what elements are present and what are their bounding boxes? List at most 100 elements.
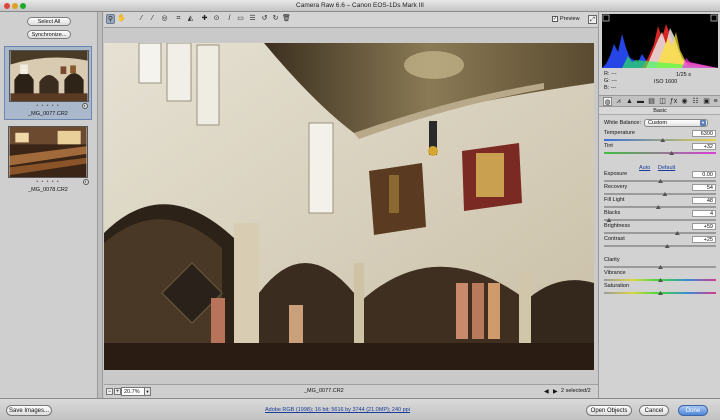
rating-dots[interactable]: • • • • • bbox=[5, 103, 91, 109]
slider-label: Contrast bbox=[604, 236, 625, 242]
rating-dots[interactable]: • • • • • bbox=[4, 179, 92, 185]
white-balance-select[interactable]: Custom ▼ bbox=[644, 119, 708, 127]
zoom-level-field[interactable]: 20.7% bbox=[121, 387, 145, 396]
slider-exposure[interactable]: Exposure 0.00 bbox=[604, 171, 716, 184]
tab-camera-calibration-icon[interactable]: ◉ bbox=[680, 97, 689, 106]
target-adjust-icon[interactable]: ◎ bbox=[160, 14, 169, 24]
slider-value-field[interactable]: +59 bbox=[692, 223, 716, 230]
thumbnail-image bbox=[8, 126, 88, 178]
slider-blacks[interactable]: Blacks 4 bbox=[604, 210, 716, 223]
image-status-bar: − + 20.7% ▼ _MG_0077.CR2 ◀ ▶ 2 selected/… bbox=[104, 384, 598, 398]
slider-tint[interactable]: Tint +32 bbox=[604, 143, 716, 156]
aperture-value: f/4.0 bbox=[648, 72, 659, 78]
slider-value-field[interactable]: +32 bbox=[692, 143, 716, 150]
slider-label: Blacks bbox=[604, 210, 621, 216]
slider-recovery[interactable]: Recovery 54 bbox=[604, 184, 716, 197]
rotate-ccw-icon[interactable]: ↺ bbox=[260, 14, 269, 24]
preview-toggle[interactable]: ✓ Preview bbox=[552, 15, 580, 24]
tab-snapshots-icon[interactable]: ▣ bbox=[702, 97, 711, 106]
white-balance-icon[interactable]: ⁄ bbox=[137, 14, 146, 24]
hand-icon[interactable]: ✋ bbox=[117, 14, 126, 24]
graduated-filter-icon[interactable]: ▭ bbox=[236, 14, 245, 24]
slider-value-field[interactable]: 4 bbox=[692, 210, 716, 217]
zoom-icon[interactable]: ⚲ bbox=[106, 14, 115, 24]
panel-menu-icon[interactable]: ≡ bbox=[711, 97, 720, 106]
filmstrip-item[interactable]: • • • • • ◐ _MG_0077.CR2 bbox=[4, 46, 92, 120]
auto-link[interactable]: Auto bbox=[639, 165, 650, 171]
minimize-window-icon[interactable] bbox=[12, 3, 18, 9]
next-image-icon[interactable]: ▶ bbox=[553, 388, 558, 395]
slider-label: Brightness bbox=[604, 223, 630, 229]
red-eye-icon[interactable]: ⊙ bbox=[212, 14, 221, 24]
slider-track[interactable] bbox=[604, 193, 716, 195]
crop-icon[interactable]: ⌗ bbox=[174, 14, 183, 24]
slider-track[interactable] bbox=[604, 152, 716, 154]
done-button[interactable]: Done bbox=[678, 405, 708, 416]
slider-track[interactable] bbox=[604, 139, 716, 141]
slider-value-field[interactable]: 54 bbox=[692, 184, 716, 191]
color-sampler-icon[interactable]: ⁄ bbox=[148, 14, 157, 24]
preferences-icon[interactable]: ☰ bbox=[248, 14, 257, 24]
slider-fill-light[interactable]: Fill Light 48 bbox=[604, 197, 716, 210]
slider-contrast[interactable]: Contrast +25 bbox=[604, 236, 716, 249]
slider-clarity[interactable]: Clarity bbox=[604, 257, 716, 270]
slider-value-field[interactable]: 48 bbox=[692, 197, 716, 204]
rotate-cw-icon[interactable]: ↻ bbox=[271, 14, 280, 24]
synchronize-button[interactable]: Synchronize... bbox=[27, 30, 71, 39]
slider-value-field[interactable]: +25 bbox=[692, 236, 716, 243]
slider-value-field[interactable]: 6300 bbox=[692, 130, 716, 137]
open-objects-button[interactable]: Open Objects bbox=[586, 405, 632, 416]
straighten-icon[interactable]: ◭ bbox=[186, 14, 195, 24]
slider-track[interactable] bbox=[604, 206, 716, 208]
tab-split-toning-icon[interactable]: ▤ bbox=[647, 97, 656, 106]
slider-saturation[interactable]: Saturation bbox=[604, 283, 716, 296]
tab-presets-icon[interactable]: ☷ bbox=[691, 97, 700, 106]
shutter-value: 1/25 s bbox=[676, 72, 691, 78]
previous-image-icon[interactable]: ◀ bbox=[544, 388, 549, 395]
default-link[interactable]: Default bbox=[658, 165, 675, 171]
tab-effects-icon[interactable]: ƒx bbox=[669, 97, 678, 106]
fullscreen-icon[interactable]: ⤢ bbox=[588, 15, 597, 24]
select-all-button[interactable]: Select All bbox=[27, 17, 71, 26]
slider-label: Saturation bbox=[604, 283, 630, 289]
slider-vibrance[interactable]: Vibrance bbox=[604, 270, 716, 283]
white-balance-value: Custom bbox=[648, 120, 667, 126]
slider-track[interactable] bbox=[604, 232, 716, 234]
close-window-icon[interactable] bbox=[4, 3, 10, 9]
tab-detail-icon[interactable]: ▲ bbox=[625, 97, 634, 106]
tab-lens-icon[interactable]: ◫ bbox=[658, 97, 667, 106]
zoom-in-button[interactable]: + bbox=[114, 388, 121, 395]
church-interior-photo bbox=[104, 43, 594, 370]
adjustments-panel: R: --- G: --- B: --- f/4.0 1/25 s 17-40@1… bbox=[598, 12, 720, 398]
tab-basic-icon[interactable]: ◍ bbox=[603, 97, 612, 106]
zoom-out-button[interactable]: − bbox=[106, 388, 113, 395]
rgb-readout: R: --- G: --- B: --- bbox=[604, 71, 617, 92]
slider-label: Exposure bbox=[604, 171, 628, 177]
save-images-button[interactable]: Save Images... bbox=[6, 405, 52, 416]
cancel-button[interactable]: Cancel bbox=[639, 405, 669, 416]
workflow-options-link[interactable]: Adobe RGB (1998); 16 bit; 5616 by 3744 (… bbox=[265, 407, 410, 413]
slider-track[interactable] bbox=[604, 219, 716, 221]
thumbnail-filename: _MG_0078.CR2 bbox=[28, 187, 68, 193]
trash-icon[interactable]: 🗑 bbox=[282, 14, 291, 24]
tool-bar: ⚲ ✋ ⁄ ⁄ ◎ ⌗ ◭ ✚ ⊙ / ▭ ☰ ↺ ↻ 🗑 ✓ Preview ⤢ bbox=[104, 12, 598, 28]
white-balance-label: White Balance: bbox=[604, 120, 641, 126]
preview-checkbox[interactable]: ✓ bbox=[552, 15, 558, 22]
slider-label: Clarity bbox=[604, 257, 620, 263]
window-title: Camera Raw 6.6 – Canon EOS-1Ds Mark III bbox=[296, 2, 424, 9]
tab-tone-curve-icon[interactable]: ⩘ bbox=[614, 97, 623, 106]
thumbnail-filename: _MG_0077.CR2 bbox=[28, 111, 68, 117]
auto-default-links: Auto Default bbox=[639, 165, 681, 171]
slider-brightness[interactable]: Brightness +59 bbox=[604, 223, 716, 236]
slider-track[interactable] bbox=[604, 245, 716, 247]
filmstrip-item[interactable]: • • • • • ◐ _MG_0078.CR2 bbox=[4, 123, 92, 197]
zoom-window-icon[interactable] bbox=[20, 3, 26, 9]
image-preview[interactable] bbox=[104, 43, 594, 370]
slider-temperature[interactable]: Temperature 6300 bbox=[604, 130, 716, 143]
slider-value-field[interactable]: 0.00 bbox=[692, 171, 716, 178]
filmstrip-splitter[interactable] bbox=[98, 12, 103, 398]
spot-removal-icon[interactable]: ✚ bbox=[200, 14, 209, 24]
tab-hsl-icon[interactable]: ▬ bbox=[636, 97, 645, 106]
adjustment-brush-icon[interactable]: / bbox=[225, 14, 234, 24]
zoom-dropdown-icon[interactable]: ▼ bbox=[144, 387, 151, 396]
